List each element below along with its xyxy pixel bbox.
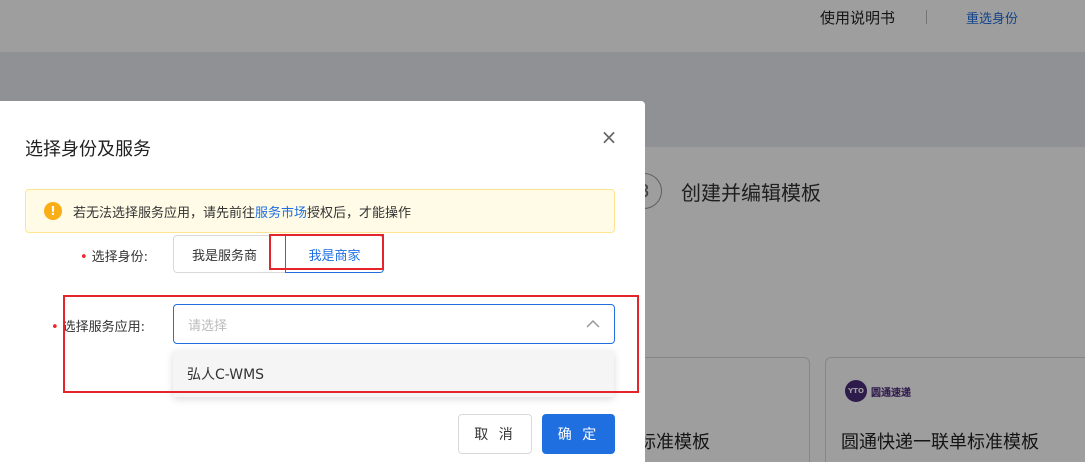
service-option[interactable]: 弘人C-WMS xyxy=(173,351,614,397)
identity-option-merchant[interactable]: 我是商家 xyxy=(285,235,384,273)
cancel-button[interactable]: 取 消 xyxy=(458,414,532,454)
identity-option-service-provider[interactable]: 我是服务商 xyxy=(173,235,286,273)
service-select-placeholder: 请选择 xyxy=(188,318,228,334)
alert-text-before: 若无法选择服务应用，请先前往 xyxy=(73,205,256,221)
warning-icon: ! xyxy=(44,202,62,220)
select-identity-modal: 选择身份及服务 × ! 若无法选择服务应用，请先前往 服务市场 授权后，才能操作… xyxy=(0,101,645,462)
confirm-button[interactable]: 确 定 xyxy=(542,414,615,454)
chevron-up-icon xyxy=(586,319,600,328)
alert-text-after: 授权后，才能操作 xyxy=(307,205,412,221)
service-label-text: 选择服务应用: xyxy=(62,320,146,335)
identity-label: • 选择身份: xyxy=(80,246,148,265)
service-dropdown: 弘人C-WMS xyxy=(173,351,614,397)
service-market-link[interactable]: 服务市场 xyxy=(255,202,307,221)
identity-radio-group: 我是服务商 我是商家 xyxy=(173,235,384,273)
close-icon[interactable]: × xyxy=(599,127,619,147)
service-label: • 选择服务应用: xyxy=(51,316,145,335)
warning-alert: ! 若无法选择服务应用，请先前往 服务市场 授权后，才能操作 xyxy=(25,189,615,233)
modal-title: 选择身份及服务 xyxy=(25,139,151,160)
required-mark: • xyxy=(51,320,59,335)
service-select[interactable]: 请选择 xyxy=(173,304,615,344)
identity-label-text: 选择身份: xyxy=(91,250,149,265)
required-mark: • xyxy=(80,250,88,265)
